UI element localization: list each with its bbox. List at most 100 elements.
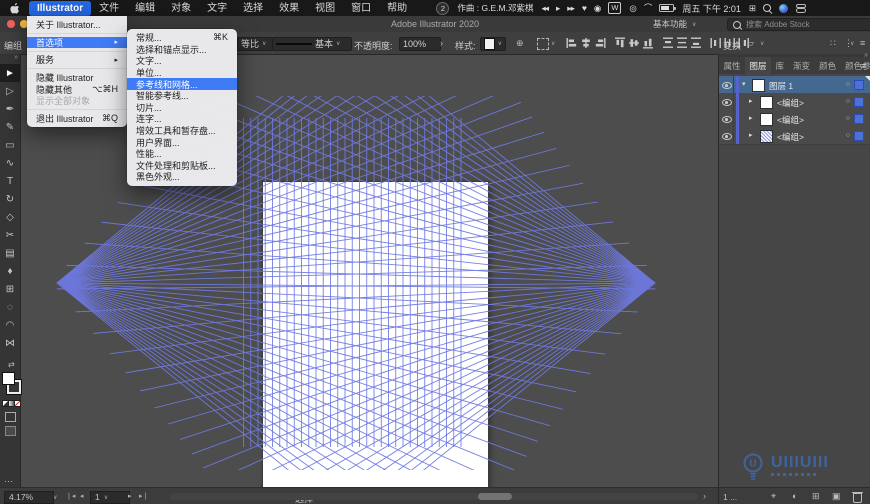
prefs-item-3[interactable]: 单位... (127, 67, 237, 79)
chevron-down-icon[interactable]: ∨ (53, 494, 57, 501)
none-mode-icon[interactable] (14, 400, 21, 407)
search-icon[interactable] (763, 4, 771, 12)
horizontal-align-center-icon[interactable] (580, 37, 592, 49)
scroll-right-icon[interactable]: › (703, 491, 706, 501)
prefs-item-11[interactable]: 文件处理和剪贴板... (127, 160, 237, 172)
locate-object-icon[interactable]: ⌖ (771, 491, 776, 502)
distribute-bottom-icon[interactable] (690, 37, 702, 49)
prefs-item-4[interactable]: 参考线和网格... (127, 78, 237, 90)
distribute-vertical-center-icon[interactable] (676, 37, 688, 49)
app-menu-item-0[interactable]: 关于 Illustrator... (27, 19, 127, 31)
isolate-selection-icon[interactable] (537, 38, 549, 50)
chevron-down-icon[interactable]: ∨ (551, 40, 555, 47)
menubar-item-6[interactable]: 效果 (271, 1, 307, 16)
vertical-align-top-icon[interactable] (614, 37, 626, 49)
app-menu-item-7[interactable]: 隐藏其他⌥⌘H (27, 83, 127, 95)
prefs-item-10[interactable]: 性能... (127, 148, 237, 160)
delete-layer-icon[interactable] (853, 493, 862, 503)
paintbrush-tool[interactable]: ∿ (0, 154, 20, 172)
horizontal-scrollbar[interactable] (170, 493, 698, 500)
panel-tab-properties[interactable]: 属性 (719, 57, 745, 74)
app-menu-item-2[interactable]: 首选项▸ (27, 37, 127, 49)
type-tool[interactable]: T (0, 172, 20, 190)
opacity-input[interactable]: 100% (399, 37, 441, 51)
rectangle-tool[interactable]: ▭ (0, 136, 20, 154)
edit-toolbar-icon[interactable]: … (4, 474, 14, 484)
zoom-tool[interactable]: ◌ (0, 298, 20, 316)
panel-tab-color[interactable]: 颜色 (815, 57, 841, 74)
artboard-tool[interactable]: ⊞ (0, 280, 20, 298)
eyedropper-tool[interactable]: ♦ (0, 262, 20, 280)
selection-color-square[interactable] (854, 97, 864, 107)
hand-tool[interactable]: ◠ (0, 316, 20, 334)
transform-label[interactable]: 变换 (723, 39, 741, 52)
app-menu-item-4[interactable]: 服务▸ (27, 54, 127, 66)
prefs-item-7[interactable]: 连字... (127, 113, 237, 125)
chevron-down-icon[interactable]: ∨ (760, 40, 764, 47)
next-artboard-icon[interactable]: ▸ (128, 492, 132, 500)
menubar-item-0[interactable]: Illustrator (29, 1, 91, 16)
panel-flyout-menu-icon[interactable]: ≡ (861, 61, 866, 71)
expand-chevron-icon[interactable]: ▸ (749, 114, 753, 122)
menubar-item-7[interactable]: 视图 (307, 1, 343, 16)
prefs-item-6[interactable]: 切片... (127, 102, 237, 114)
record-icon[interactable]: ◉ (594, 3, 600, 13)
input-source-icon[interactable]: ⊞ (749, 3, 755, 13)
curvature-tool[interactable]: ✎ (0, 118, 20, 136)
selection-color-square[interactable] (854, 131, 864, 141)
menubar-item-5[interactable]: 选择 (235, 1, 271, 16)
visibility-eye-icon[interactable] (722, 99, 732, 106)
new-sublayer-icon[interactable]: ⊞ (812, 491, 820, 502)
menubar-item-2[interactable]: 编辑 (127, 1, 163, 16)
transform-widget-icon[interactable]: ▱ (747, 38, 754, 49)
horizontal-scrollbar-thumb[interactable] (478, 493, 512, 500)
disc-icon[interactable]: ◎ (629, 3, 635, 13)
target-circle-icon[interactable]: ○ (846, 132, 850, 139)
pen-tool[interactable]: ✒ (0, 100, 20, 118)
layer-row-1[interactable]: ▸<编组>○ (719, 93, 870, 111)
prefs-item-1[interactable]: 选择和锚点显示... (127, 44, 237, 56)
play-icon[interactable]: ▸ (556, 3, 559, 13)
direct-selection-tool[interactable]: ▷ (0, 82, 20, 100)
app-menu-item-10[interactable]: 退出 Illustrator⌘Q (27, 113, 127, 125)
panel-menu-icon[interactable]: ≡ (860, 38, 865, 48)
horizontal-align-right-icon[interactable] (594, 37, 606, 49)
zoom-level-select[interactable]: 4.17% (4, 491, 54, 504)
fill-swatch[interactable] (2, 372, 15, 385)
prev-artboard-icon[interactable]: ◂ (80, 492, 84, 500)
screen-mode-icon[interactable] (5, 426, 16, 436)
collapse-tools-icon[interactable]: » (14, 54, 18, 61)
brush-definition-select[interactable]: 基本 ∨ (272, 37, 352, 51)
dock-grid-icon[interactable]: ∷ (830, 38, 836, 49)
menubar-item-3[interactable]: 对象 (163, 1, 199, 16)
siri-icon[interactable] (779, 4, 788, 13)
apple-menu-icon[interactable] (10, 3, 19, 14)
selection-color-square[interactable] (854, 114, 864, 124)
prefs-item-5[interactable]: 智能参考线... (127, 90, 237, 102)
expand-chevron-icon[interactable]: ▸ (749, 131, 753, 139)
prev-track-icon[interactable]: ◂◂ (541, 3, 548, 13)
visibility-eye-icon[interactable] (722, 116, 732, 123)
document-setup-globe-icon[interactable]: ⊕ (516, 38, 524, 49)
layer-row-0[interactable]: ▾图层 1○ (719, 76, 870, 94)
opacity-expand-icon[interactable]: › (440, 38, 443, 48)
prefs-item-8[interactable]: 增效工具和暂存盘... (127, 125, 237, 137)
workspace-switcher[interactable]: 基本功能 ∨ (653, 18, 696, 30)
distribute-left-icon[interactable] (710, 37, 722, 49)
layer-row-2[interactable]: ▸<编组>○ (719, 110, 870, 128)
selection-tool[interactable]: ► (0, 64, 20, 82)
visibility-eye-icon[interactable] (722, 133, 732, 140)
horizontal-align-left-icon[interactable] (566, 37, 578, 49)
menubar-item-4[interactable]: 文字 (199, 1, 235, 16)
heart-icon[interactable]: ♥ (582, 3, 586, 13)
width-tool[interactable]: ⋈ (0, 334, 20, 352)
selection-color-square[interactable] (854, 80, 864, 90)
prefs-item-9[interactable]: 用户界面... (127, 136, 237, 148)
next-track-icon[interactable]: ▸▸ (567, 3, 574, 13)
gradient-tool[interactable]: ▤ (0, 244, 20, 262)
prefs-item-2[interactable]: 文字... (127, 55, 237, 67)
draw-normal-mode-icon[interactable] (5, 412, 16, 422)
first-artboard-icon[interactable]: ❘◂ (66, 492, 75, 500)
visibility-eye-icon[interactable] (722, 82, 732, 89)
adobe-stock-search-input[interactable]: 搜索 Adobe Stock (727, 18, 870, 31)
